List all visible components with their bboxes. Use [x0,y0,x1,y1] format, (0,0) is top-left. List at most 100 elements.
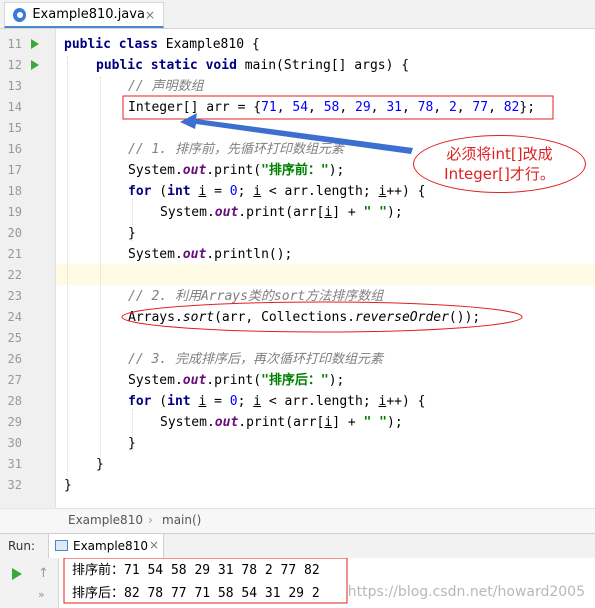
tab-example810[interactable]: Example810.java × [4,2,164,28]
run-main-icon[interactable] [31,60,39,70]
keyword: public [64,37,111,52]
code-line-12[interactable]: public static void main(String[] args) { [96,55,409,76]
number-literal: 82 [503,100,520,115]
watermark: https://blog.csdn.net/howard2005 [347,584,585,600]
keyword: public [96,58,143,73]
run-label: Run: [8,539,36,553]
loop-variable: i [253,184,262,199]
close-icon[interactable]: × [145,8,155,22]
field-out: out [182,247,207,262]
code-line-31[interactable]: } [96,454,104,475]
keyword: for [128,184,152,199]
code-text: Integer[] arr = { [128,100,262,115]
code-line-26-comment[interactable]: // 3. 完成排序后，再次循环打印数组元素 [128,349,383,370]
line-number: 12 [7,58,22,72]
code-text: .println(); [206,247,293,262]
code-text: .print( [206,373,262,388]
string-literal: " " [363,415,387,430]
number-literal: 77 [472,100,489,115]
code-line-27[interactable]: System.out.print("排序后："); [128,370,344,391]
line-number: 32 [7,478,22,492]
field-out: out [214,415,239,430]
breadcrumb-class[interactable]: Example810 [68,513,143,527]
keyword: void [205,58,237,73]
code-line-19[interactable]: System.out.print(arr[i] + " "); [160,202,403,223]
line-number: 13 [7,79,22,93]
line-number: 14 [7,100,22,114]
close-icon[interactable]: × [149,538,159,552]
code-text: ; [237,394,254,409]
code-text: = [206,394,230,409]
code-line-11[interactable]: public class Example810 { [64,34,260,55]
code-line-18[interactable]: for (int i = 0; i < arr.length; i++) { [128,181,425,202]
line-number: 16 [7,142,22,156]
static-method: reverseOrder [355,310,449,325]
breadcrumb-separator: › [148,513,153,527]
code-text: ); [328,373,345,388]
code-line-32[interactable]: } [64,475,72,496]
string-literal: "排序后：" [261,373,329,388]
code-text: = [206,184,230,199]
tab-title: Example810.java [32,7,145,22]
field-out: out [182,373,207,388]
run-class-icon[interactable] [31,39,39,49]
code-text: Example810 { [157,37,260,52]
line-number: 30 [7,436,22,450]
code-line-23-comment[interactable]: // 2. 利用Arrays类的sort方法排序数组 [128,286,383,307]
string-literal: "排序前：" [261,163,329,178]
number-literal: 71 [261,100,277,115]
code-text: ); [387,205,403,220]
line-number: 22 [7,268,22,282]
code-line-17[interactable]: System.out.print("排序前："); [128,160,344,181]
line-number: 11 [7,37,22,51]
code-line-13-comment[interactable]: // 声明数组 [128,76,203,97]
line-number: 20 [7,226,22,240]
number-literal: 58 [323,100,340,115]
java-class-icon [13,7,27,22]
code-text: ++) { [386,184,426,199]
code-line-21[interactable]: System.out.println(); [128,244,292,265]
code-line-29[interactable]: System.out.print(arr[i] + " "); [160,412,403,433]
console-icon [55,540,68,551]
breadcrumb: Example810 › main() [0,508,595,533]
run-config-name: Example810 [73,539,148,553]
code-text: .print(arr[ [238,415,325,430]
number-literal: 29 [355,100,371,115]
code-line-30[interactable]: } [128,433,136,454]
string-literal: " " [363,205,387,220]
line-number: 28 [7,394,22,408]
code-text: }; [519,100,536,115]
annotation-line-2: Integer[]才行。 [444,165,555,183]
annotation-line-1: 必须将int[]改成 [446,145,553,163]
code-text: ] + [332,205,364,220]
code-text: ++) { [386,394,426,409]
code-line-20[interactable]: } [128,223,136,244]
line-number: 29 [7,415,22,429]
code-text: main(String[] args) { [236,58,410,73]
line-number: 17 [7,163,22,177]
number-literal: 31 [386,100,402,115]
code-text: < arr.length; [261,394,379,409]
loop-variable: i [253,394,262,409]
code-text: Arrays. [128,310,183,325]
line-number: 18 [7,184,22,198]
code-line-24[interactable]: Arrays.sort(arr, Collections.reverseOrde… [128,307,480,328]
indent-guide [100,77,101,455]
output-highlight-box [63,558,348,604]
breadcrumb-method[interactable]: main() [162,513,201,527]
number-literal: 0 [229,184,238,199]
keyword: int [167,184,191,199]
line-number: 19 [7,205,22,219]
code-line-14[interactable]: Integer[] arr = {71, 54, 58, 29, 31, 78,… [128,97,535,118]
annotation-callout: 必须将int[]改成 Integer[]才行。 [413,135,586,193]
line-number: 15 [7,121,22,135]
line-number: 27 [7,373,22,387]
static-method: sort [182,310,215,325]
code-line-28[interactable]: for (int i = 0; i < arr.length; i++) { [128,391,425,412]
code-text: ] + [332,415,364,430]
code-text: ( [151,394,168,409]
number-literal: 2 [448,100,457,115]
run-tab[interactable]: Example810 × [48,534,164,558]
code-line-16-comment[interactable]: // 1. 排序前，先循环打印数组元素 [128,139,344,160]
line-number: 24 [7,310,22,324]
